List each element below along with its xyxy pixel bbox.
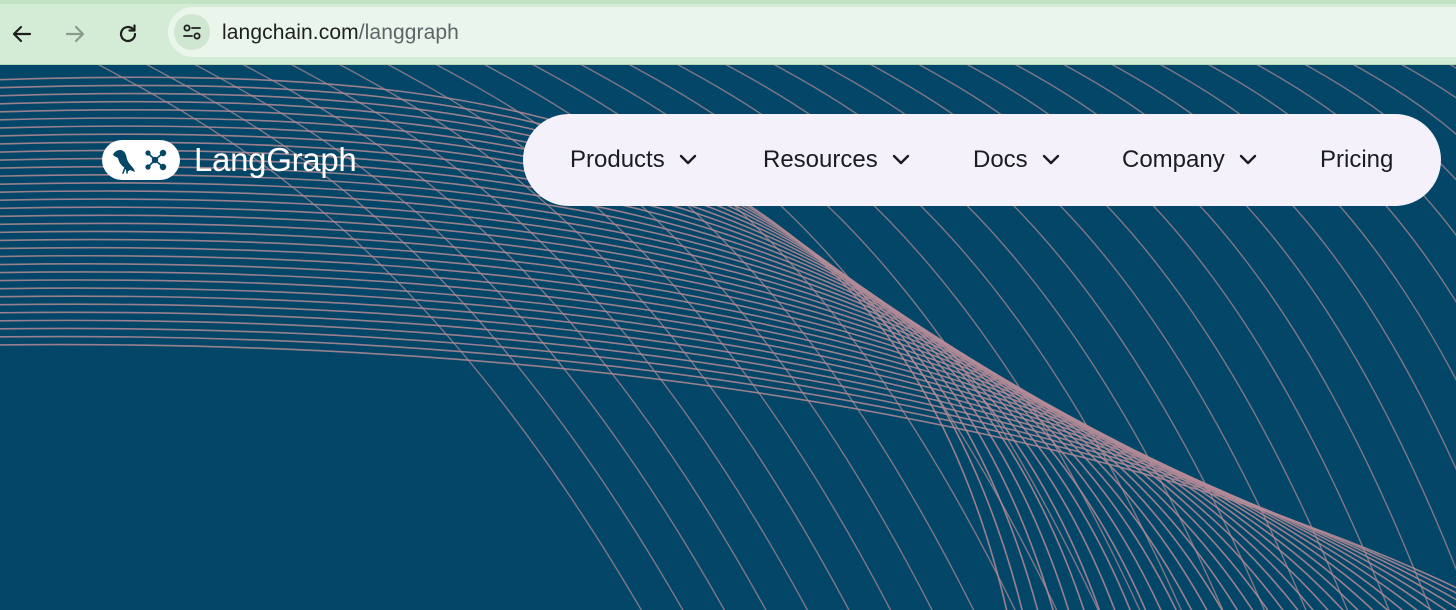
nav-pricing-label: Pricing bbox=[1320, 146, 1394, 173]
chevron-down-icon bbox=[679, 154, 697, 166]
address-bar[interactable]: langchain.com/langgraph bbox=[168, 7, 1456, 57]
nav-docs-label: Docs bbox=[973, 146, 1028, 173]
nav-resources-label: Resources bbox=[763, 146, 878, 173]
nav-resources[interactable]: Resources bbox=[763, 114, 910, 206]
back-button[interactable] bbox=[2, 16, 42, 52]
logo-wordmark: LangGraph bbox=[194, 141, 357, 178]
background-curve bbox=[0, 254, 1344, 610]
url-text[interactable]: langchain.com/langgraph bbox=[222, 21, 459, 45]
background-curve bbox=[0, 141, 1131, 610]
main-navigation: Products Resources Docs Company Pricing bbox=[523, 114, 1441, 206]
background-curve bbox=[0, 206, 1254, 610]
nav-products[interactable]: Products bbox=[570, 114, 697, 206]
browser-toolbar: langchain.com/langgraph bbox=[0, 0, 1456, 65]
chevron-down-icon bbox=[892, 154, 910, 166]
background-curve bbox=[0, 295, 1418, 610]
url-domain: langchain.com bbox=[222, 21, 359, 44]
nav-pricing[interactable]: Pricing bbox=[1320, 114, 1393, 206]
arrow-right-icon bbox=[65, 25, 85, 43]
nav-products-label: Products bbox=[570, 146, 665, 173]
background-curve bbox=[0, 319, 1456, 609]
nav-company[interactable]: Company bbox=[1122, 114, 1257, 206]
background-curve bbox=[0, 311, 1447, 610]
tune-icon bbox=[183, 24, 201, 40]
reload-button[interactable] bbox=[108, 16, 148, 52]
background-curve bbox=[0, 279, 1389, 610]
background-curve bbox=[0, 327, 1456, 601]
forward-button[interactable] bbox=[55, 16, 95, 52]
background-curve bbox=[0, 214, 1269, 610]
arrow-left-icon bbox=[12, 25, 32, 43]
chevron-down-icon bbox=[1042, 154, 1060, 166]
nav-company-label: Company bbox=[1122, 146, 1225, 173]
hero-section: LangGraph Products Resources Docs Compan… bbox=[0, 65, 1456, 610]
background-curve bbox=[0, 238, 1314, 610]
background-curve bbox=[0, 198, 1239, 610]
url-path: /langgraph bbox=[358, 21, 459, 44]
site-logo[interactable]: LangGraph bbox=[102, 140, 357, 180]
background-curve bbox=[1449, 65, 1456, 69]
reload-icon bbox=[119, 24, 137, 43]
chevron-down-icon bbox=[1239, 154, 1257, 166]
site-info-button[interactable] bbox=[174, 14, 210, 50]
parrot-graph-logo-icon bbox=[102, 140, 180, 180]
nav-docs[interactable]: Docs bbox=[973, 114, 1060, 206]
